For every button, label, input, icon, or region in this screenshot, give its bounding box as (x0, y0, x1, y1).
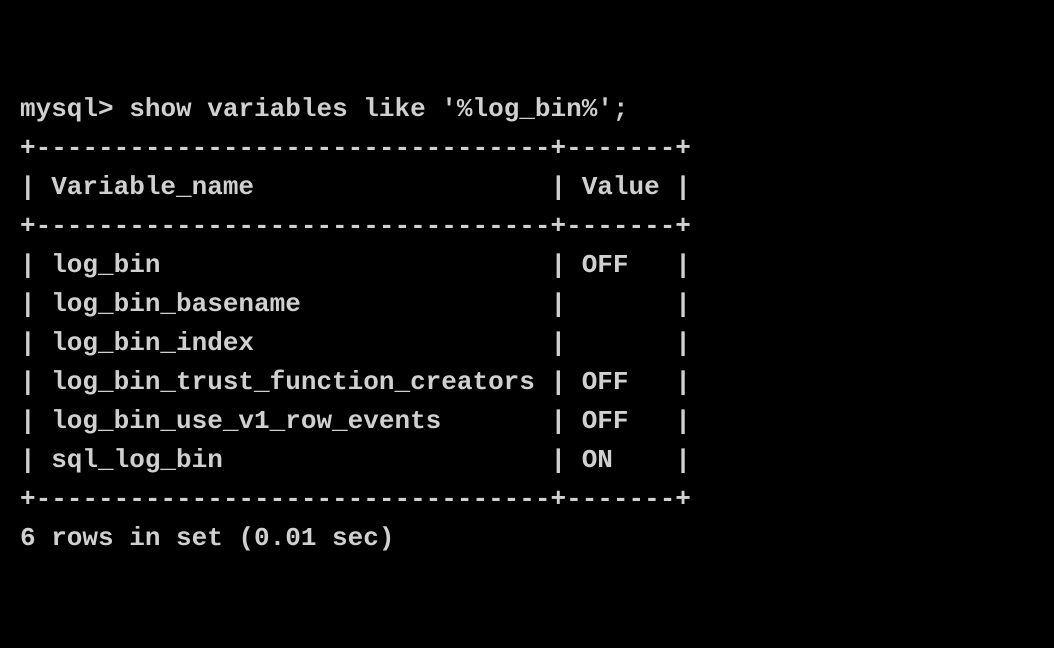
table-border-top: +---------------------------------+-----… (20, 133, 691, 163)
table-header-row: | Variable_name | Value | (20, 172, 691, 202)
table-border-mid: +---------------------------------+-----… (20, 211, 691, 241)
table-border-bottom: +---------------------------------+-----… (20, 484, 691, 514)
mysql-prompt: mysql> (20, 94, 114, 124)
sql-command: show variables like '%log_bin%'; (129, 94, 628, 124)
table-body: | log_bin | OFF | | log_bin_basename | |… (20, 250, 691, 475)
result-footer: 6 rows in set (0.01 sec) (20, 523, 394, 553)
